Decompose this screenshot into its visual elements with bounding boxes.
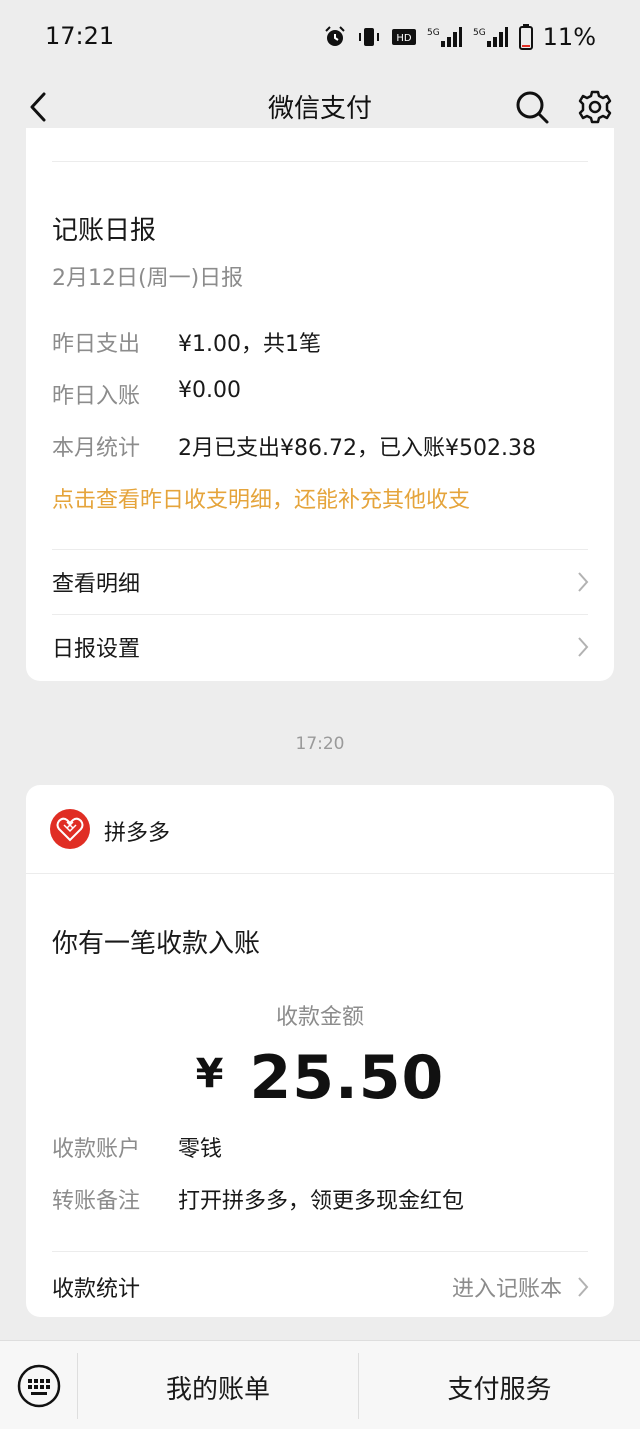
row-value-month: 2月已支出¥86.72，已入账¥502.38: [178, 436, 536, 461]
divider: [52, 161, 588, 162]
svg-text:5G: 5G: [473, 28, 486, 38]
hd-icon: HD: [391, 29, 416, 45]
row-value-expense: ¥1.00，共1笔: [178, 332, 321, 357]
row-label-note: 转账备注: [52, 1189, 141, 1214]
row-value-account: 零钱: [178, 1137, 223, 1162]
vibrate-icon: [358, 28, 379, 46]
gear-icon[interactable]: [575, 84, 615, 130]
row-value-income: ¥0.00: [178, 378, 241, 403]
amount: ¥25.50: [26, 1043, 614, 1113]
chevron-right-icon: [578, 572, 589, 592]
payment-card[interactable]: 拼多多 你有一笔收款入账 收款金额 ¥25.50 收款账户 零钱 转账备注 打开…: [26, 785, 614, 1317]
signal-5g-icon: 5G: [427, 27, 462, 47]
chevron-right-icon: [578, 637, 589, 657]
row-label-account: 收款账户: [52, 1137, 141, 1162]
alarm-icon: [324, 26, 345, 46]
report-subtitle: 2月12日(周一)日报: [52, 266, 244, 291]
amount-value: 25.50: [249, 1043, 445, 1113]
svg-text:HD: HD: [396, 33, 412, 44]
ledger-link[interactable]: 进入记账本: [452, 1271, 562, 1303]
amount-label: 收款金额: [275, 1005, 364, 1030]
status-icons: HD 5G 5G 11%: [323, 22, 596, 52]
menu-label: 查看明细: [52, 572, 141, 597]
battery-icon: [518, 24, 533, 50]
payment-stats-label[interactable]: 收款统计: [52, 1271, 140, 1303]
menu-label: 日报设置: [52, 637, 141, 662]
row-value-note: 打开拼多多，领更多现金红包: [178, 1189, 465, 1214]
payment-title: 你有一笔收款入账: [52, 929, 261, 959]
search-icon[interactable]: [512, 84, 552, 130]
row-label-income: 昨日入账: [52, 384, 141, 409]
pinduoduo-logo-icon: [50, 809, 90, 849]
keyboard-icon[interactable]: [16, 1363, 62, 1409]
row-label-expense: 昨日支出: [52, 332, 141, 357]
report-title: 记账日报: [52, 216, 157, 246]
currency-symbol: ¥: [195, 1051, 224, 1097]
pay-service-button[interactable]: 支付服务: [359, 1369, 640, 1406]
merchant-name: 拼多多: [104, 821, 171, 846]
divider: [26, 873, 614, 874]
signal-5g-icon: 5G: [473, 27, 508, 47]
daily-report-card: 记账日报 2月12日(周一)日报 昨日支出 ¥1.00，共1笔 昨日入账 ¥0.…: [26, 128, 614, 681]
battery-percent: 11%: [542, 23, 596, 51]
menu-view-details[interactable]: 查看明细: [26, 550, 614, 614]
bottom-menu-bar: 我的账单 支付服务: [0, 1340, 640, 1429]
row-label-month: 本月统计: [52, 436, 141, 461]
menu-report-settings[interactable]: 日报设置: [26, 615, 614, 679]
message-timestamp: 17:20: [295, 734, 345, 754]
chevron-right-icon: [578, 1277, 589, 1297]
view-details-link[interactable]: 点击查看昨日收支明细，还能补充其他收支: [52, 482, 470, 514]
divider: [52, 1251, 588, 1252]
svg-text:5G: 5G: [427, 28, 440, 38]
status-time: 17:21: [45, 22, 115, 50]
status-bar: 17:21 HD 5G 5G 11%: [0, 0, 640, 72]
my-bill-button[interactable]: 我的账单: [78, 1369, 358, 1406]
